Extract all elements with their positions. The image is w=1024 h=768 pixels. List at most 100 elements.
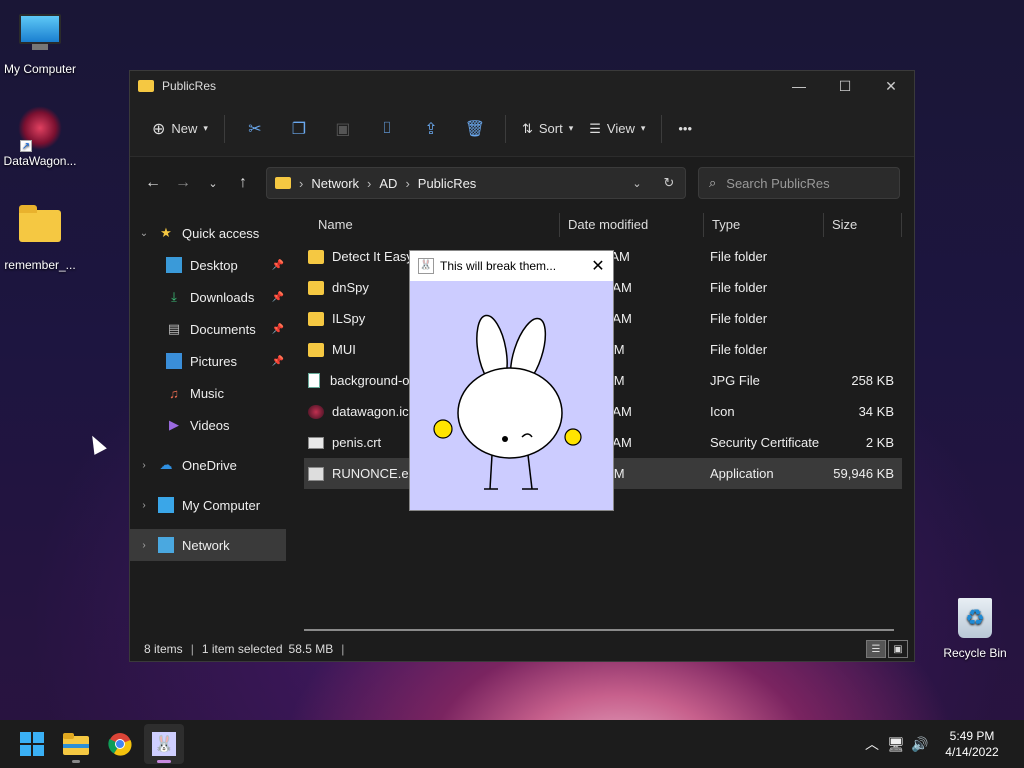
- sidebar-item-videos[interactable]: ▶ Videos: [130, 409, 288, 441]
- desktop-icon-recycle-bin[interactable]: ♻ Recycle Bin: [935, 596, 1015, 660]
- sidebar-item-my-computer[interactable]: › My Computer: [130, 489, 288, 521]
- download-icon: ⤓: [171, 289, 177, 304]
- chevron-down-icon[interactable]: ⌄: [130, 228, 158, 239]
- file-size: 2 KB: [865, 435, 894, 450]
- pin-icon[interactable]: 📌: [272, 292, 284, 303]
- taskbar-chrome[interactable]: [100, 724, 140, 764]
- chevron-right-icon[interactable]: ›: [130, 460, 158, 471]
- paste-icon[interactable]: ▣: [327, 113, 359, 145]
- recycle-bin-icon: ♻: [953, 598, 997, 642]
- close-button[interactable]: ✕: [868, 71, 914, 101]
- folder-icon: [275, 177, 291, 189]
- rename-icon[interactable]: ⌷: [371, 113, 403, 145]
- large-icons-view-icon[interactable]: ▣: [888, 640, 908, 658]
- mouse-cursor-icon: [86, 432, 107, 455]
- breadcrumb-network[interactable]: Network: [311, 176, 359, 191]
- taskbar-bunny-app[interactable]: 🐰: [144, 724, 184, 764]
- more-options-button[interactable]: •••: [670, 113, 700, 145]
- start-button[interactable]: [12, 724, 52, 764]
- file-name: MUI: [332, 342, 356, 357]
- close-icon[interactable]: ✕: [583, 256, 613, 276]
- chevron-right-icon[interactable]: ›: [130, 500, 158, 511]
- sidebar-item-label: Network: [182, 537, 230, 553]
- network-status-icon[interactable]: 🖥: [884, 736, 908, 753]
- folder-icon: [308, 249, 324, 264]
- back-button[interactable]: ←: [138, 168, 168, 198]
- address-dropdown-button[interactable]: ⌄: [621, 177, 653, 190]
- file-name: dnSpy: [332, 280, 369, 295]
- popup-title: This will break them...: [440, 259, 557, 273]
- clock-time: 5:49 PM: [949, 729, 995, 743]
- music-icon: ♫: [169, 385, 179, 401]
- maximize-button[interactable]: ☐: [822, 71, 868, 101]
- bunny-app-icon: 🐰: [152, 732, 176, 756]
- bunny-icon: 🐰: [418, 258, 434, 274]
- file-size: 34 KB: [858, 404, 894, 419]
- datawagon-shortcut-icon: ↗: [18, 106, 62, 152]
- sidebar-item-quick-access[interactable]: ⌄ ★ Quick access: [130, 217, 288, 249]
- clock[interactable]: 5:49 PM 4/14/2022: [932, 728, 1012, 760]
- popup-title-bar[interactable]: 🐰 This will break them... ✕: [410, 251, 613, 281]
- search-box[interactable]: ⌕ Search PublicRes: [698, 167, 900, 199]
- window-title: PublicRes: [162, 79, 217, 93]
- ico-file-icon: [308, 404, 324, 419]
- cut-icon[interactable]: ✂: [239, 113, 271, 145]
- file-name: penis.crt: [332, 435, 382, 450]
- file-type: File folder: [710, 311, 768, 326]
- file-size: 258 KB: [851, 373, 894, 388]
- pin-icon[interactable]: 📌: [272, 260, 284, 271]
- pin-icon[interactable]: 📌: [272, 356, 284, 367]
- sidebar-item-label: Documents: [190, 321, 256, 337]
- column-header-date[interactable]: Date modified: [560, 213, 704, 237]
- forward-button[interactable]: →: [168, 168, 198, 198]
- sidebar-item-documents[interactable]: ▤ Documents 📌: [130, 313, 288, 345]
- selection-count: 1 item selected: [201, 642, 283, 656]
- share-icon[interactable]: ⇪: [415, 113, 447, 145]
- new-button[interactable]: ⊕ New ▾: [144, 113, 216, 145]
- view-button[interactable]: ☰ View ▾: [581, 113, 653, 145]
- column-header-type[interactable]: Type: [704, 213, 824, 237]
- show-hidden-icons-chevron-icon[interactable]: ︿: [860, 734, 884, 754]
- chevron-right-icon[interactable]: ›: [130, 540, 158, 551]
- delete-icon[interactable]: 🗑: [459, 113, 491, 145]
- copy-icon[interactable]: ❐: [283, 113, 315, 145]
- horizontal-scrollbar[interactable]: [304, 629, 894, 631]
- search-icon: ⌕: [709, 175, 717, 190]
- volume-icon[interactable]: 🔊: [908, 736, 932, 753]
- desktop-icon-datawagon[interactable]: ↗ DataWagon...: [0, 106, 80, 168]
- command-bar: ⊕ New ▾ ✂ ❐ ▣ ⌷ ⇪ 🗑 ⇅ Sort ▾ ☰ View ▾ ••…: [130, 101, 914, 157]
- computer-icon: [158, 497, 174, 513]
- sidebar-item-pictures[interactable]: Pictures 📌: [130, 345, 288, 377]
- sidebar-item-onedrive[interactable]: › ☁ OneDrive: [130, 449, 288, 481]
- address-bar[interactable]: › Network › AD › PublicRes ⌄ ↻: [266, 167, 686, 199]
- sidebar-item-music[interactable]: ♫ Music: [130, 377, 288, 409]
- sort-button[interactable]: ⇅ Sort ▾: [514, 113, 581, 145]
- up-button[interactable]: ↑: [228, 168, 258, 198]
- details-view-icon[interactable]: ☰: [866, 640, 886, 658]
- divider: [223, 114, 225, 143]
- pin-icon[interactable]: 📌: [272, 324, 284, 335]
- file-size: 59,946 KB: [833, 466, 894, 481]
- breadcrumb-publicres[interactable]: PublicRes: [418, 176, 477, 191]
- recent-locations-button[interactable]: ⌄: [198, 168, 228, 198]
- column-header-name[interactable]: Name: [310, 213, 560, 237]
- sidebar-item-downloads[interactable]: ⤓ Downloads 📌: [130, 281, 288, 313]
- refresh-button[interactable]: ↻: [653, 175, 685, 191]
- file-type: File folder: [710, 249, 768, 264]
- title-bar[interactable]: PublicRes — ☐ ✕: [130, 71, 914, 101]
- file-type: JPG File: [710, 373, 760, 388]
- chevron-down-icon: ▾: [640, 123, 646, 133]
- desktop-icon-remember-folder[interactable]: remember_...: [0, 202, 80, 272]
- minimize-button[interactable]: —: [776, 71, 822, 101]
- sidebar-item-label: Music: [190, 385, 224, 401]
- breadcrumb-ad[interactable]: AD: [379, 176, 397, 191]
- column-header-size[interactable]: Size: [824, 213, 902, 237]
- file-name: ILSpy: [332, 311, 366, 326]
- taskbar-file-explorer[interactable]: [56, 724, 96, 764]
- new-label: New: [171, 121, 198, 136]
- desktop-icon-my-computer[interactable]: My Computer: [0, 10, 80, 76]
- windows-start-icon: [20, 732, 44, 756]
- pictures-icon: [166, 353, 182, 369]
- sidebar-item-network[interactable]: › Network: [130, 529, 286, 561]
- sidebar-item-desktop[interactable]: Desktop 📌: [130, 249, 288, 281]
